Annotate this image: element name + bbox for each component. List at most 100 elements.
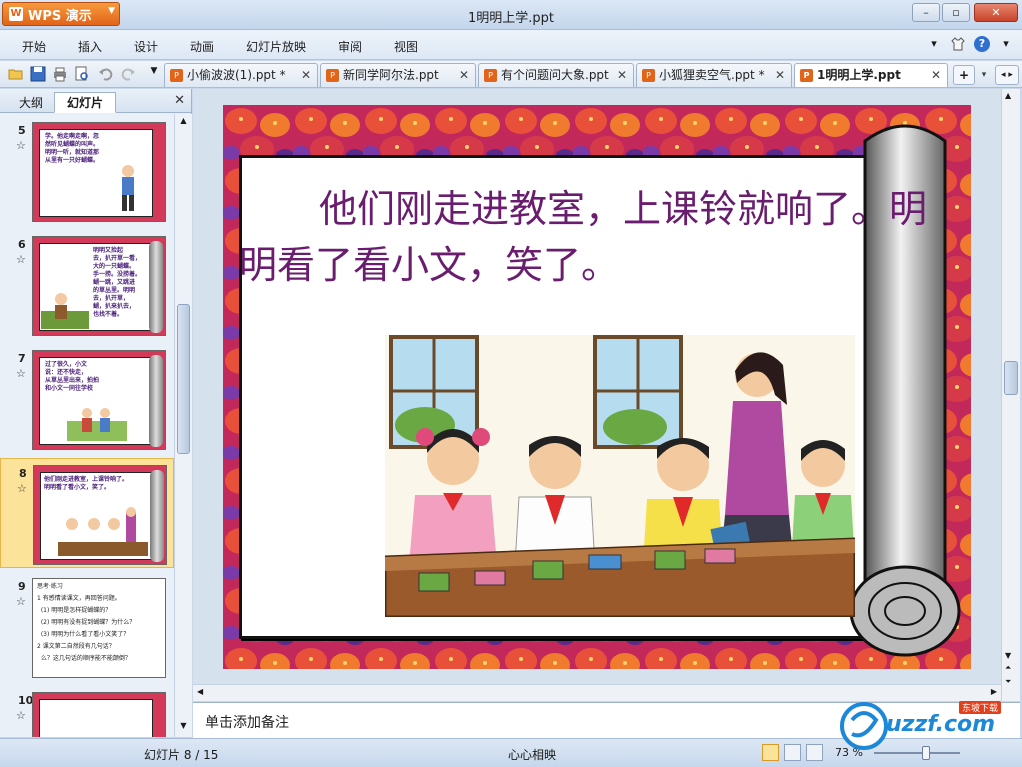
thumbnail-image: 明明又捡起 去，扒开草一看， 大的一只蝴蝶。 手一捞。没捞着。 蝴一跳，又跳进 … — [32, 236, 166, 336]
doc-tab-label: 新同学阿尔法.ppt — [343, 68, 439, 82]
animation-star-icon: ☆ — [16, 253, 26, 266]
chevron-down-icon[interactable]: ▾ — [998, 36, 1014, 52]
slide-number: 6 — [18, 238, 26, 251]
garden-figure-icon — [41, 293, 89, 329]
close-tab-icon[interactable]: ✕ — [931, 64, 941, 87]
scroll-up-icon[interactable]: ▲ — [177, 116, 190, 130]
theme-name: 心心相映 — [508, 748, 557, 762]
previous-slide-icon[interactable]: ⏶ — [1005, 663, 1011, 673]
scroll-right-icon[interactable]: ▶ — [991, 687, 997, 696]
slide-editor-area: 他们刚走进教室，上课铃就响了。明明看了看小文，笑了。 — [193, 89, 1001, 701]
panel-tabs: 大纲 幻灯片 ✕ — [0, 89, 191, 113]
doc-tab-label: 1明明上学.ppt — [817, 68, 901, 82]
slides-panel: 大纲 幻灯片 ✕ 5 ☆ 学。他走啊走啊，忽 然听见蝴蝶的叫声。 明明一听，就知… — [0, 89, 192, 737]
menu-home[interactable]: 开始 — [22, 38, 46, 55]
tab-outline[interactable]: 大纲 — [6, 92, 56, 113]
chevron-down-icon[interactable]: ▾ — [926, 36, 942, 52]
panel-scroll-thumb[interactable] — [177, 304, 190, 454]
quick-access-toolbar: ▼ P 小偷波波(1).ppt * ✕ P 新同学阿尔法.ppt ✕ P 有个问题问大象.… — [0, 61, 1022, 88]
close-tab-icon[interactable]: ✕ — [459, 64, 469, 87]
doc-tab-active[interactable]: P 1明明上学.ppt ✕ — [794, 63, 948, 87]
slide-horizontal-scrollbar[interactable]: ◀ ▶ — [193, 684, 1001, 701]
print-icon[interactable] — [52, 66, 68, 82]
slide-thumbnail-7[interactable]: 7 ☆ 过了很久，小文 说：还不快走， 从草丛里出来，拍拍 和小文一同往学校 — [0, 344, 174, 454]
slide-thumbnail-6[interactable]: 6 ☆ 明明又捡起 去，扒开草一看， 大的一只蝴蝶。 手一捞。没捞着。 蝴一跳，… — [0, 230, 174, 340]
new-tab-button[interactable]: + — [953, 65, 975, 85]
slide-body-text[interactable]: 他们刚走进教室，上课铃就响了。明明看了看小文，笑了。 — [239, 181, 944, 293]
menu-insert[interactable]: 插入 — [78, 38, 102, 55]
scroll-up-icon[interactable]: ▲ — [1005, 91, 1011, 100]
scroll-down-icon[interactable]: ▼ — [1005, 651, 1011, 660]
doc-tab[interactable]: P 有个问题问大象.ppt ✕ — [478, 63, 634, 87]
doc-tab[interactable]: P 小狐狸卖空气.ppt * ✕ — [636, 63, 792, 87]
open-folder-icon[interactable] — [8, 66, 24, 82]
menu-slideshow[interactable]: 幻灯片放映 — [246, 38, 306, 55]
current-slide[interactable]: 他们刚走进教室，上课铃就响了。明明看了看小文，笑了。 — [223, 105, 971, 669]
wps-app-menu-button[interactable]: W WPS 演示 ▼ — [2, 2, 120, 26]
window-left — [389, 335, 479, 449]
menu-right-tools: ▾ ? ▾ — [926, 36, 1014, 52]
menu-review[interactable]: 审阅 — [338, 38, 362, 55]
slideshow-play-icon[interactable] — [806, 744, 823, 761]
animation-star-icon: ☆ — [16, 709, 26, 722]
chevron-down-icon: ▼ — [108, 6, 115, 16]
menu-design[interactable]: 设计 — [134, 38, 158, 55]
slide-scroll-thumb[interactable] — [1004, 361, 1018, 395]
scroll-left-icon[interactable]: ◀ — [197, 687, 203, 696]
close-panel-icon[interactable]: ✕ — [174, 93, 185, 108]
maximize-button[interactable]: ▫ — [942, 3, 970, 22]
thumbnail-text: 明明又捡起 去，扒开草一看， 大的一只蝴蝶。 手一捞。没捞着。 蝴一跳，又跳进 … — [93, 247, 142, 318]
chevron-down-icon[interactable]: ▾ — [977, 65, 991, 85]
tab-scroll-buttons[interactable]: ◂ ▸ — [995, 65, 1019, 85]
help-icon[interactable]: ? — [974, 36, 990, 52]
title-bar: W WPS 演示 ▼ 1明明上学.ppt – ▫ ✕ — [0, 0, 1022, 30]
wps-logo-icon: W — [9, 7, 23, 21]
menu-animation[interactable]: 动画 — [190, 38, 214, 55]
undo-icon[interactable] — [98, 66, 114, 82]
animation-star-icon: ☆ — [17, 482, 27, 495]
close-window-button[interactable]: ✕ — [974, 3, 1018, 22]
animation-star-icon: ☆ — [16, 367, 26, 380]
close-tab-icon[interactable]: ✕ — [301, 64, 311, 87]
normal-view-icon[interactable] — [762, 744, 779, 761]
ppt-file-icon: P — [800, 69, 813, 82]
skin-shirt-icon[interactable] — [950, 36, 966, 52]
scroll-down-icon[interactable]: ▼ — [177, 721, 190, 735]
save-icon[interactable] — [30, 66, 46, 82]
customize-dropdown-icon[interactable]: ▼ — [146, 66, 162, 82]
menu-view[interactable]: 视图 — [394, 38, 418, 55]
animation-star-icon: ☆ — [16, 595, 26, 608]
thumbnail-image: 学。他走啊走啊，忽 然听见蝴蝶的叫声。 明明一听，就知道那 从里有一只好蝴蝶。 — [32, 122, 166, 222]
slide-vertical-scrollbar[interactable]: ▲ ▼ ⏶ ⏷ — [1001, 89, 1020, 701]
close-tab-icon[interactable]: ✕ — [775, 64, 785, 87]
slide-thumbnail-5[interactable]: 5 ☆ 学。他走啊走啊，忽 然听见蝴蝶的叫声。 明明一听，就知道那 从里有一只好… — [0, 116, 174, 226]
minimize-button[interactable]: – — [912, 3, 940, 22]
doc-tab-label: 小狐狸卖空气.ppt * — [659, 68, 765, 82]
children-figure-icon — [67, 408, 127, 441]
close-tab-icon[interactable]: ✕ — [617, 64, 627, 87]
window-title: 1明明上学.ppt — [467, 11, 554, 26]
classroom-illustration — [385, 335, 855, 617]
tab-slides[interactable]: 幻灯片 — [54, 92, 117, 113]
slide-number: 8 — [19, 467, 27, 480]
slide-thumbnail-10[interactable]: 10 ☆ — [0, 686, 174, 737]
slide-number: 9 — [18, 580, 26, 593]
print-preview-icon[interactable] — [74, 66, 90, 82]
ppt-file-icon: P — [642, 69, 655, 82]
doc-tab[interactable]: P 新同学阿尔法.ppt ✕ — [320, 63, 476, 87]
app-menu-label: WPS 演示 — [28, 8, 92, 24]
thumbnail-list: 5 ☆ 学。他走啊走啊，忽 然听见蝴蝶的叫声。 明明一听，就知道那 从里有一只好… — [0, 114, 174, 737]
zoom-slider[interactable] — [874, 752, 960, 754]
ppt-file-icon: P — [326, 69, 339, 82]
panel-scrollbar[interactable]: ▲ ▼ — [174, 114, 192, 737]
slide-sorter-view-icon[interactable] — [784, 744, 801, 761]
doc-tab-label: 有个问题问大象.ppt — [501, 68, 609, 82]
doc-tab[interactable]: P 小偷波波(1).ppt * ✕ — [164, 63, 318, 87]
notes-placeholder[interactable]: 单击添加备注 — [205, 712, 289, 732]
watermark-swirl-icon — [840, 702, 888, 750]
next-slide-icon[interactable]: ⏷ — [1005, 677, 1011, 687]
slide-thumbnail-8[interactable]: 8 ☆ 他们刚走进教室，上课铃响了。 明明看了看小文，笑了。 — [0, 458, 174, 568]
thumbnail-text: 思考·练习 1 有感情读课文，再回答问题。 (1) 明明是怎样捉蝴蝶的？ (2)… — [37, 583, 136, 662]
redo-icon[interactable] — [120, 66, 136, 82]
slide-thumbnail-9[interactable]: 9 ☆ 思考·练习 1 有感情读课文，再回答问题。 (1) 明明是怎样捉蝴蝶的？… — [0, 572, 174, 682]
